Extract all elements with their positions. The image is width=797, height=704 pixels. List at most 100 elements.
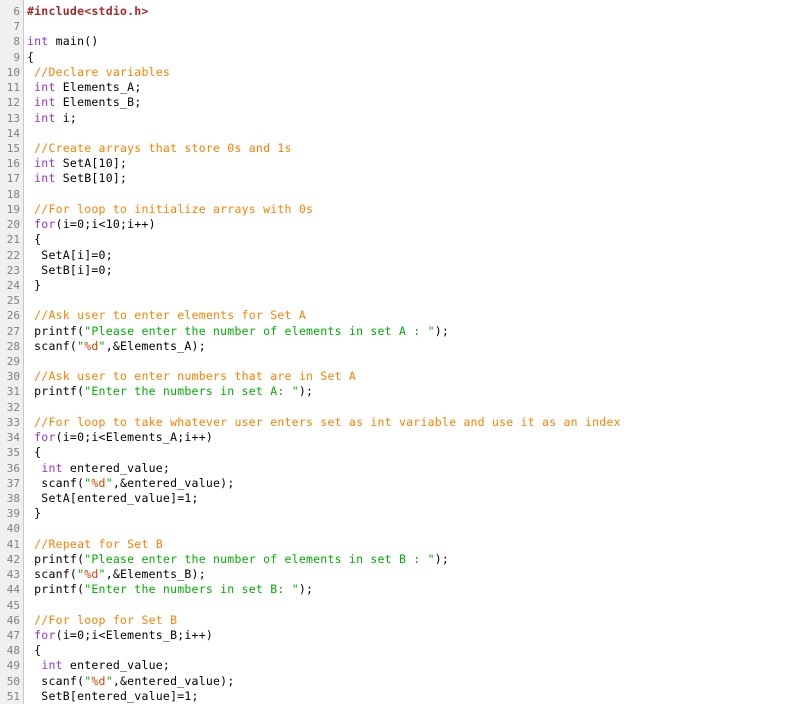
- line-number: 8: [13, 35, 20, 49]
- code-line[interactable]: SetB[entered_value]=1;: [27, 689, 797, 704]
- line-number: 32: [6, 400, 20, 414]
- code-line[interactable]: //Ask user to enter numbers that are in …: [27, 369, 797, 384]
- line-number-gutter: 6 7 8 9 10 11 12 13 14 15 16 17 18 19 20 21 22 23 24 25 26 27…: [0, 0, 24, 704]
- token-plain: ,&entered_value);: [112, 673, 235, 688]
- code-line[interactable]: [27, 400, 797, 415]
- code-line[interactable]: [27, 187, 797, 202]
- line-number: 12: [6, 96, 20, 110]
- token-plain: main(): [48, 34, 99, 49]
- line-number: 25: [6, 294, 20, 308]
- code-line[interactable]: SetA[entered_value]=1;: [27, 491, 797, 506]
- line-number: 26: [6, 309, 20, 323]
- line-number: 15: [6, 141, 20, 155]
- code-line[interactable]: {: [27, 232, 797, 247]
- line-number: 44: [6, 583, 20, 597]
- code-line[interactable]: int SetB[10];: [27, 171, 797, 186]
- code-line[interactable]: printf("Please enter the number of eleme…: [27, 552, 797, 567]
- token-fmt: %d: [91, 475, 106, 490]
- code-line[interactable]: [27, 354, 797, 369]
- code-line[interactable]: for(i=0;i<Elements_A;i++): [27, 430, 797, 445]
- token-str: "Enter the numbers in set A: ": [84, 384, 299, 399]
- code-line[interactable]: int main(): [27, 34, 797, 49]
- token-kw: int: [27, 34, 49, 49]
- token-fmt: %d: [84, 338, 99, 353]
- line-number: 48: [6, 644, 20, 658]
- line-number: 10: [6, 65, 20, 79]
- line-number: 28: [6, 339, 20, 353]
- code-line[interactable]: //For loop to take whatever user enters …: [27, 415, 797, 430]
- code-line[interactable]: //For loop for Set B: [27, 613, 797, 628]
- line-number: 49: [6, 659, 20, 673]
- code-line[interactable]: //Declare variables: [27, 65, 797, 80]
- line-number: 41: [6, 537, 20, 551]
- line-number: 42: [6, 552, 20, 566]
- code-line[interactable]: {: [27, 643, 797, 658]
- code-line[interactable]: int Elements_A;: [27, 80, 797, 95]
- code-line[interactable]: scanf("%d",&entered_value);: [27, 476, 797, 491]
- code-line[interactable]: int i;: [27, 111, 797, 126]
- code-line[interactable]: printf("Please enter the number of eleme…: [27, 324, 797, 339]
- code-line[interactable]: SetB[i]=0;: [27, 263, 797, 278]
- line-number: 38: [6, 492, 20, 505]
- code-line[interactable]: int entered_value;: [27, 658, 797, 673]
- token-plain: }: [27, 277, 42, 292]
- code-line[interactable]: }: [27, 278, 797, 293]
- token-plain: ,&Elements_A);: [105, 338, 206, 353]
- code-line[interactable]: [27, 19, 797, 34]
- code-line[interactable]: {: [27, 50, 797, 65]
- token-plain: Elements_A;: [55, 80, 142, 95]
- code-line[interactable]: printf("Enter the numbers in set B: ");: [27, 582, 797, 597]
- code-line[interactable]: scanf("%d",&Elements_B);: [27, 567, 797, 582]
- token-cmt: //Repeat for Set B: [34, 536, 163, 551]
- code-line[interactable]: [27, 598, 797, 613]
- code-line[interactable]: for(i=0;i<10;i++): [27, 217, 797, 232]
- token-plain: Elements_B;: [55, 95, 142, 110]
- code-line[interactable]: [27, 126, 797, 141]
- code-line[interactable]: printf("Enter the numbers in set A: ");: [27, 384, 797, 399]
- token-cmt: //For loop to take whatever user enters …: [34, 414, 621, 429]
- code-line[interactable]: [27, 293, 797, 308]
- line-number: 23: [6, 263, 20, 277]
- line-number: 35: [6, 446, 20, 460]
- code-line[interactable]: int SetA[10];: [27, 156, 797, 171]
- code-line[interactable]: scanf("%d",&Elements_A);: [27, 339, 797, 354]
- line-number: 33: [6, 415, 20, 429]
- token-plain: }: [27, 506, 42, 521]
- code-line[interactable]: int Elements_B;: [27, 95, 797, 110]
- line-number: 46: [6, 613, 20, 627]
- token-plain: SetA[i]=0;: [27, 247, 113, 262]
- token-plain: printf(: [27, 551, 85, 566]
- token-cmt: //For loop for Set B: [34, 612, 178, 627]
- code-line[interactable]: //Ask user to enter elements for Set A: [27, 308, 797, 323]
- line-number: 16: [6, 157, 20, 171]
- token-cmt: //Create arrays that store 0s and 1s: [34, 140, 292, 155]
- line-number: 37: [6, 476, 20, 490]
- token-kw: int: [34, 80, 56, 95]
- code-line[interactable]: //For loop to initialize arrays with 0s: [27, 202, 797, 217]
- code-line[interactable]: [27, 521, 797, 536]
- token-plain: printf(: [27, 323, 85, 338]
- token-plain: scanf(: [27, 567, 78, 582]
- token-plain: {: [27, 232, 42, 247]
- line-number: 14: [6, 126, 20, 140]
- code-line[interactable]: //Create arrays that store 0s and 1s: [27, 141, 797, 156]
- token-plain: (i=0;i<Elements_A;i++): [55, 430, 214, 445]
- code-content-area[interactable]: #include<stdio.h> int main(){ //Declare …: [24, 0, 797, 704]
- code-line[interactable]: //Repeat for Set B: [27, 537, 797, 552]
- token-plain: );: [434, 551, 450, 566]
- token-plain: );: [298, 384, 314, 399]
- code-line[interactable]: int entered_value;: [27, 461, 797, 476]
- line-number: 24: [6, 278, 20, 292]
- code-line[interactable]: for(i=0;i<Elements_B;i++): [27, 628, 797, 643]
- token-plain: SetB[entered_value]=1;: [27, 688, 199, 703]
- code-line[interactable]: scanf("%d",&entered_value);: [27, 674, 797, 689]
- code-line[interactable]: {: [27, 445, 797, 460]
- code-editor[interactable]: 6 7 8 9 10 11 12 13 14 15 16 17 18 19 20 21 22 23 24 25 26 27…: [0, 0, 797, 704]
- code-line[interactable]: SetA[i]=0;: [27, 248, 797, 263]
- line-number: 30: [6, 370, 20, 384]
- code-line[interactable]: }: [27, 506, 797, 521]
- code-line[interactable]: #include<stdio.h>: [27, 4, 797, 19]
- line-number: 13: [6, 111, 20, 125]
- token-plain: entered_value;: [62, 658, 171, 673]
